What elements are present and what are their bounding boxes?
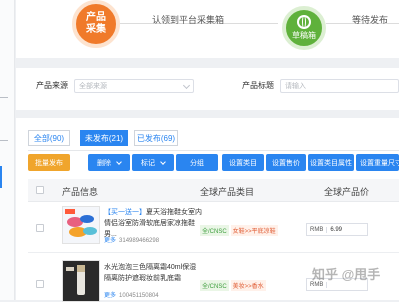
product-id: 100451150804 <box>119 293 159 299</box>
batch-publish-button[interactable]: 批量发布 <box>28 154 70 171</box>
more-link[interactable]: 更多 <box>104 293 116 299</box>
tab-published-label: 已发布(69) <box>136 133 176 143</box>
cosmetic-image <box>63 261 99 301</box>
tab-all-label: 全部(90) <box>33 133 65 143</box>
set-price-button[interactable]: 设置售价 <box>266 154 306 171</box>
batch-publish-label: 批量发布 <box>35 159 63 167</box>
product-thumbnail[interactable] <box>62 206 100 244</box>
left-nav-gutter <box>0 0 15 300</box>
category-country: 全/CNSC <box>200 280 229 291</box>
row-checkbox[interactable] <box>36 224 44 232</box>
product-id-line: 更多 314989466298 <box>104 235 159 244</box>
set-category-attr-button[interactable]: 设置类目属性 <box>308 154 354 171</box>
delete-label: 删除 <box>97 159 111 167</box>
chevron-down-icon <box>116 158 122 165</box>
group-label: 分组 <box>190 159 204 167</box>
step-connector-label: 等待发布 <box>352 15 389 25</box>
step-collect-circle[interactable]: 产品 采集 <box>72 0 120 48</box>
col-global-category: 全球产品类目 <box>200 187 255 197</box>
set-price-label: 设置售价 <box>272 159 300 167</box>
col-product-info: 产品信息 <box>62 187 99 197</box>
set-weight-label: 设置重量尺寸 <box>360 159 399 167</box>
category-tag[interactable]: 全/CNSC 女鞋>>平底凉鞋 <box>200 225 278 236</box>
nav-active-indicator <box>0 166 2 188</box>
title-filter-label: 产品标题 <box>242 81 274 90</box>
product-title-tag: 【买一送一】 <box>104 209 146 216</box>
product-id-line: 更多 100451150804 <box>104 290 159 299</box>
step-collect-label: 产品 采集 <box>86 12 106 35</box>
product-title-text: 水光泡泡三色隔离霜40ml保湿隔离防护遮瑕妆前乳底霜 <box>104 264 197 282</box>
tab-published[interactable]: 已发布(69) <box>134 130 178 146</box>
tag-label: 标记 <box>141 159 155 167</box>
title-search-input[interactable]: 请输入 <box>280 79 399 93</box>
category-path: 美妆>>香水 <box>230 280 266 291</box>
source-filter-label: 产品来源 <box>36 81 68 90</box>
slipper-image <box>63 207 99 243</box>
source-select-value: 全部来源 <box>79 83 107 90</box>
globe-icon <box>297 15 311 29</box>
step-connector-label: 认领到平台采集箱 <box>152 15 225 25</box>
category-path: 女鞋>>平底凉鞋 <box>230 225 278 236</box>
set-weight-button[interactable]: 设置重量尺寸 <box>356 154 399 171</box>
row-divider <box>28 252 399 253</box>
set-category-attr-label: 设置类目属性 <box>310 159 352 167</box>
select-all-checkbox[interactable] <box>36 186 44 194</box>
set-category-label: 设置类目 <box>229 159 257 167</box>
product-title[interactable]: 水光泡泡三色隔离霜40ml保湿隔离防护遮瑕妆前乳底霜 <box>104 262 202 284</box>
nav-divider <box>0 97 8 98</box>
col-global-price: 全球产品价 <box>324 187 370 197</box>
tabs-divider <box>28 150 399 151</box>
product-thumbnail[interactable] <box>62 260 100 302</box>
step-drafts-label: 草稿箱 <box>292 31 316 40</box>
delete-dropdown-button[interactable]: 删除 <box>88 154 130 171</box>
category-country: 全/CNSC <box>200 225 229 236</box>
step-drafts-circle[interactable]: 草稿箱 <box>282 6 326 50</box>
tab-unpublished-label: 未发布(21) <box>84 133 124 143</box>
tag-dropdown-button[interactable]: 标记 <box>132 154 174 171</box>
chevron-down-icon <box>182 81 191 89</box>
price-input[interactable]: RMB 6.99 <box>306 223 368 236</box>
set-category-button[interactable]: 设置类目 <box>222 154 264 171</box>
product-id: 314989466298 <box>119 238 160 244</box>
watermark: 知乎 @甩手 <box>312 267 381 282</box>
tab-all[interactable]: 全部(90) <box>28 130 70 146</box>
more-link[interactable]: 更多 <box>104 238 116 244</box>
group-button[interactable]: 分组 <box>176 154 218 171</box>
category-tag[interactable]: 全/CNSC 美妆>>香水 <box>200 280 266 291</box>
chevron-down-icon <box>160 158 166 165</box>
row-checkbox[interactable] <box>36 280 44 288</box>
source-select[interactable]: 全部来源 <box>74 79 194 93</box>
nav-divider <box>0 140 8 141</box>
price-currency: RMB <box>307 226 328 233</box>
tab-unpublished[interactable]: 未发布(21) <box>80 130 128 146</box>
price-value: 6.99 <box>330 226 343 233</box>
title-search-placeholder: 请输入 <box>285 83 306 90</box>
